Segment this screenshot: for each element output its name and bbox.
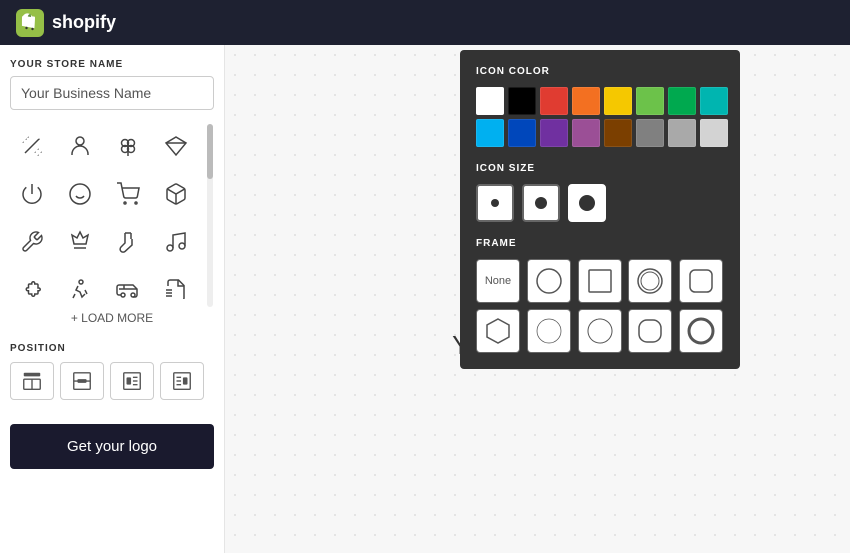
icon-box[interactable] xyxy=(154,172,196,216)
icon-size-label: ICON SIZE xyxy=(476,163,724,174)
load-more-button[interactable]: + LOAD MORE xyxy=(10,307,214,329)
color-blue[interactable] xyxy=(508,119,536,147)
frame-light-circle[interactable] xyxy=(578,309,622,353)
icon-magic-wand[interactable] xyxy=(10,124,54,168)
icon-clover[interactable] xyxy=(106,124,150,168)
color-black[interactable] xyxy=(508,87,536,115)
position-right-btn[interactable] xyxy=(160,362,204,400)
scrollbar[interactable] xyxy=(206,124,214,307)
color-green[interactable] xyxy=(668,87,696,115)
scroll-thumb[interactable] xyxy=(207,124,213,179)
color-lavender[interactable] xyxy=(572,119,600,147)
color-purple[interactable] xyxy=(540,119,568,147)
color-light-green[interactable] xyxy=(636,87,664,115)
frame-square[interactable] xyxy=(578,259,622,303)
icon-puzzle[interactable] xyxy=(10,268,54,299)
position-options xyxy=(10,362,214,400)
icon-color-label: ICON COLOR xyxy=(476,66,724,77)
icon-newspaper[interactable] xyxy=(154,268,196,299)
app-header: shopify xyxy=(0,0,850,45)
frame-grid: None xyxy=(476,259,724,353)
frame-circle-thick[interactable] xyxy=(679,309,723,353)
color-white[interactable] xyxy=(476,87,504,115)
color-yellow[interactable] xyxy=(604,87,632,115)
position-top-btn[interactable] xyxy=(10,362,54,400)
frame-rounded-square[interactable] xyxy=(679,259,723,303)
frame-none[interactable]: None xyxy=(476,259,520,303)
icon-diamond[interactable] xyxy=(154,124,196,168)
options-popup: ICON COLOR ICON SIZE xyxy=(460,50,740,369)
icon-music[interactable] xyxy=(154,220,196,264)
icon-sock[interactable] xyxy=(106,220,150,264)
preview-area: ICON COLOR ICON SIZE xyxy=(225,45,850,553)
position-middle-btn[interactable] xyxy=(60,362,104,400)
size-small-btn[interactable] xyxy=(476,184,514,222)
position-label: POSITION xyxy=(10,343,214,354)
color-grid xyxy=(476,87,724,147)
color-red[interactable] xyxy=(540,87,568,115)
frame-label: FRAME xyxy=(476,238,724,249)
icon-power[interactable] xyxy=(10,172,54,216)
color-orange[interactable] xyxy=(572,87,600,115)
size-options xyxy=(476,184,724,222)
shopify-wordmark: shopify xyxy=(52,12,116,33)
frame-rounded-rect[interactable] xyxy=(628,309,672,353)
size-medium-btn[interactable] xyxy=(522,184,560,222)
left-panel: YOUR STORE NAME xyxy=(0,45,225,553)
shopify-bag-icon xyxy=(16,9,44,37)
position-left-btn[interactable] xyxy=(110,362,154,400)
size-large-btn[interactable] xyxy=(568,184,606,222)
store-name-input[interactable] xyxy=(10,76,214,110)
icon-runner[interactable] xyxy=(58,268,102,299)
icon-person[interactable] xyxy=(58,124,102,168)
color-medium-gray[interactable] xyxy=(668,119,696,147)
color-dark-gray[interactable] xyxy=(636,119,664,147)
icon-cart[interactable] xyxy=(106,172,150,216)
icons-grid xyxy=(10,124,196,299)
icon-car[interactable] xyxy=(106,268,150,299)
shopify-logo: shopify xyxy=(16,9,116,37)
color-light-gray[interactable] xyxy=(700,119,728,147)
color-light-blue[interactable] xyxy=(476,119,504,147)
icon-tool[interactable] xyxy=(10,220,54,264)
icon-smiley[interactable] xyxy=(58,172,102,216)
frame-hexagon[interactable] xyxy=(476,309,520,353)
store-name-label: YOUR STORE NAME xyxy=(10,59,214,70)
size-dot-medium xyxy=(535,197,547,209)
size-dot-large xyxy=(579,195,595,211)
color-brown[interactable] xyxy=(604,119,632,147)
size-dot-small xyxy=(491,199,499,207)
frame-circle[interactable] xyxy=(527,259,571,303)
color-teal[interactable] xyxy=(700,87,728,115)
icon-crown[interactable] xyxy=(58,220,102,264)
frame-thin-circle[interactable] xyxy=(527,309,571,353)
get-logo-button[interactable]: Get your logo xyxy=(10,424,214,469)
main-layout: YOUR STORE NAME xyxy=(0,45,850,553)
frame-circle-outline[interactable] xyxy=(628,259,672,303)
